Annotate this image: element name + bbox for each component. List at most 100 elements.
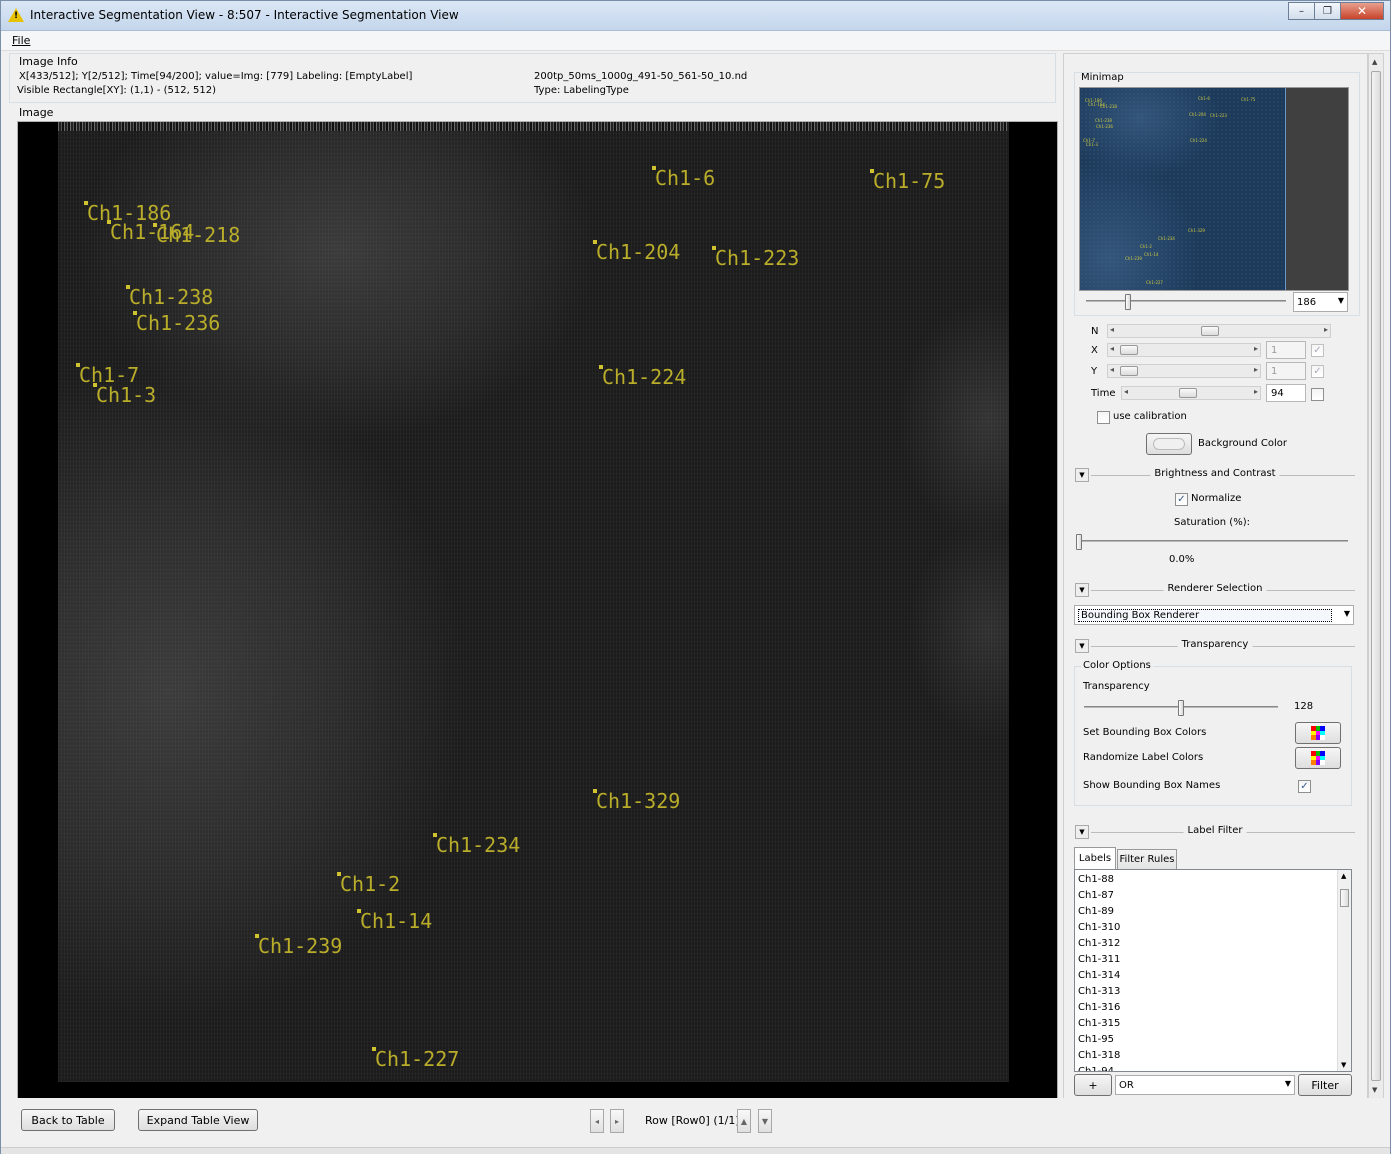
dim-n-thumb[interactable] <box>1201 326 1219 336</box>
label-list-scrollbar[interactable]: ▲ ▼ <box>1337 870 1351 1071</box>
dim-y-field[interactable]: 1 <box>1266 362 1306 380</box>
dim-n-scrollbar[interactable]: ◂ ▸ <box>1107 324 1331 338</box>
minimap-label: Ch1-2 <box>1140 244 1152 249</box>
dim-time-checkbox[interactable] <box>1311 388 1324 401</box>
chevron-down-icon[interactable]: ▼ <box>1341 1061 1346 1069</box>
zoom-combo[interactable]: 186 ▼ <box>1293 292 1348 312</box>
prev-row-button[interactable]: ▲ <box>737 1109 751 1133</box>
collapse-icon[interactable]: ▼ <box>1075 639 1089 653</box>
dim-time-field[interactable]: 94 <box>1266 384 1306 402</box>
chevron-right-icon[interactable]: ▸ <box>1324 325 1328 334</box>
list-item[interactable]: Ch1-88 <box>1075 872 1351 888</box>
dim-y-checkbox[interactable]: ✓ <box>1311 365 1324 378</box>
minimap-label: Ch1-224 <box>1190 138 1207 143</box>
chevron-down-icon[interactable]: ▼ <box>1372 1086 1377 1094</box>
transparency-slider-thumb[interactable] <box>1178 700 1184 716</box>
zoom-slider-thumb[interactable] <box>1124 294 1131 310</box>
next-column-button[interactable]: ▸ <box>610 1109 624 1133</box>
bounding-box-label: Ch1-234 <box>432 833 521 857</box>
bounding-box-label: Ch1-6 <box>651 166 716 190</box>
minimap-image[interactable]: Ch1-186 Ch1-164 Ch1-218 Ch1-238 Ch1-236 Ch1-7… <box>1079 87 1349 291</box>
set-colors-button[interactable] <box>1295 722 1341 744</box>
minimize-button[interactable]: – <box>1288 2 1315 20</box>
zoom-value: 186 <box>1297 296 1317 308</box>
dim-x-scrollbar[interactable]: ◂ ▸ <box>1107 343 1261 357</box>
chevron-left-icon[interactable]: ◂ <box>1110 344 1114 353</box>
add-filter-button[interactable]: + <box>1074 1074 1112 1096</box>
chevron-right-icon[interactable]: ▸ <box>1254 365 1258 374</box>
minimap-label: Ch1-218 <box>1100 104 1117 109</box>
chevron-right-icon[interactable]: ▸ <box>1254 387 1258 396</box>
list-item[interactable]: Ch1-313 <box>1075 984 1351 1000</box>
list-item[interactable]: Ch1-314 <box>1075 968 1351 984</box>
dim-y-scrollbar[interactable]: ◂ ▸ <box>1107 364 1261 378</box>
close-button[interactable]: ✕ <box>1340 2 1384 20</box>
chevron-left-icon[interactable]: ◂ <box>1124 387 1128 396</box>
list-item[interactable]: Ch1-87 <box>1075 888 1351 904</box>
image-canvas[interactable]: Ch1-186 Ch1-164 Ch1-218 Ch1-238 Ch1-236 Ch1-7… <box>17 121 1058 1142</box>
filter-operator-select[interactable]: OR ▼ <box>1115 1075 1295 1095</box>
dim-x-checkbox[interactable]: ✓ <box>1311 344 1324 357</box>
chevron-down-icon: ▼ <box>1284 1079 1291 1088</box>
minimap-label: Ch1-227 <box>1146 280 1163 285</box>
list-item[interactable]: Ch1-310 <box>1075 920 1351 936</box>
dim-time-thumb[interactable] <box>1179 388 1198 398</box>
renderer-select[interactable]: Bounding Box Renderer ▼ <box>1074 605 1354 625</box>
image-pane: Image Info X[433/512]; Y[2/512]; Time[94… <box>9 53 1058 1142</box>
chevron-up-icon[interactable]: ▲ <box>1372 58 1377 66</box>
minimap-label: Ch1-236 <box>1096 124 1113 129</box>
back-to-table-button[interactable]: Back to Table <box>21 1109 115 1131</box>
dim-y-thumb[interactable] <box>1120 366 1138 376</box>
list-item[interactable]: Ch1-89 <box>1075 904 1351 920</box>
bottom-bar: Back to Table Expand Table View ◂ ▸ Row … <box>1 1098 1390 1146</box>
randomize-colors-button[interactable] <box>1295 747 1341 769</box>
bounding-box-label: Ch1-14 <box>356 909 433 933</box>
use-calibration-checkbox[interactable] <box>1097 411 1110 424</box>
restore-button[interactable]: ❐ <box>1314 2 1341 20</box>
collapse-icon[interactable]: ▼ <box>1075 825 1089 839</box>
show-names-checkbox[interactable]: ✓ <box>1298 780 1311 793</box>
zoom-slider-track[interactable] <box>1086 300 1286 302</box>
tab-filter-rules[interactable]: Filter Rules <box>1117 849 1177 869</box>
filter-button[interactable]: Filter <box>1298 1074 1352 1096</box>
collapse-icon[interactable]: ▼ <box>1075 468 1089 482</box>
list-item[interactable]: Ch1-94 <box>1075 1064 1351 1071</box>
palette-icon <box>1311 751 1325 765</box>
list-item[interactable]: Ch1-316 <box>1075 1000 1351 1016</box>
warning-icon: ! <box>8 8 24 22</box>
brightness-section-header: ▼ Brightness and Contrast <box>1075 468 1355 484</box>
dim-x-field[interactable]: 1 <box>1266 341 1306 359</box>
bounding-box-label: Ch1-2 <box>336 872 401 896</box>
next-row-button[interactable]: ▼ <box>758 1109 772 1133</box>
renderer-selected: Bounding Box Renderer <box>1078 608 1332 622</box>
tab-labels[interactable]: Labels <box>1074 847 1116 869</box>
bounding-box-label: Ch1-224 <box>598 365 687 389</box>
collapse-icon[interactable]: ▼ <box>1075 583 1089 597</box>
image-info-position: X[433/512]; Y[2/512]; Time[94/200]; valu… <box>19 71 413 82</box>
chevron-left-icon[interactable]: ◂ <box>1110 365 1114 374</box>
menu-file[interactable]: File <box>12 34 30 47</box>
bounding-box-label: Ch1-3 <box>92 383 157 407</box>
chevron-right-icon[interactable]: ▸ <box>1254 344 1258 353</box>
chevron-up-icon[interactable]: ▲ <box>1341 872 1346 880</box>
bounding-box-label: Ch1-75 <box>869 169 946 193</box>
list-item[interactable]: Ch1-95 <box>1075 1032 1351 1048</box>
dim-time-scrollbar[interactable]: ◂ ▸ <box>1121 386 1261 400</box>
prev-column-button[interactable]: ◂ <box>590 1109 604 1133</box>
label-list[interactable]: Ch1-88 Ch1-87 Ch1-89 Ch1-310 Ch1-312 Ch1-311 C… <box>1074 869 1352 1072</box>
list-item[interactable]: Ch1-315 <box>1075 1016 1351 1032</box>
expand-table-view-button[interactable]: Expand Table View <box>138 1109 258 1131</box>
background-color-button[interactable] <box>1146 433 1192 455</box>
saturation-slider-thumb[interactable] <box>1076 534 1082 550</box>
normalize-checkbox[interactable]: ✓ <box>1175 493 1188 506</box>
list-item[interactable]: Ch1-318 <box>1075 1048 1351 1064</box>
list-item[interactable]: Ch1-312 <box>1075 936 1351 952</box>
dim-n-label: N <box>1091 326 1099 337</box>
list-item[interactable]: Ch1-311 <box>1075 952 1351 968</box>
transparency-value: 128 <box>1294 701 1314 712</box>
chevron-left-icon[interactable]: ◂ <box>1110 325 1114 334</box>
dim-x-thumb[interactable] <box>1120 345 1138 355</box>
saturation-slider-track[interactable] <box>1076 540 1348 542</box>
settings-scrollbar[interactable]: ▲ ▼ <box>1368 53 1384 1099</box>
transparency-header: Transparency <box>1177 639 1253 650</box>
